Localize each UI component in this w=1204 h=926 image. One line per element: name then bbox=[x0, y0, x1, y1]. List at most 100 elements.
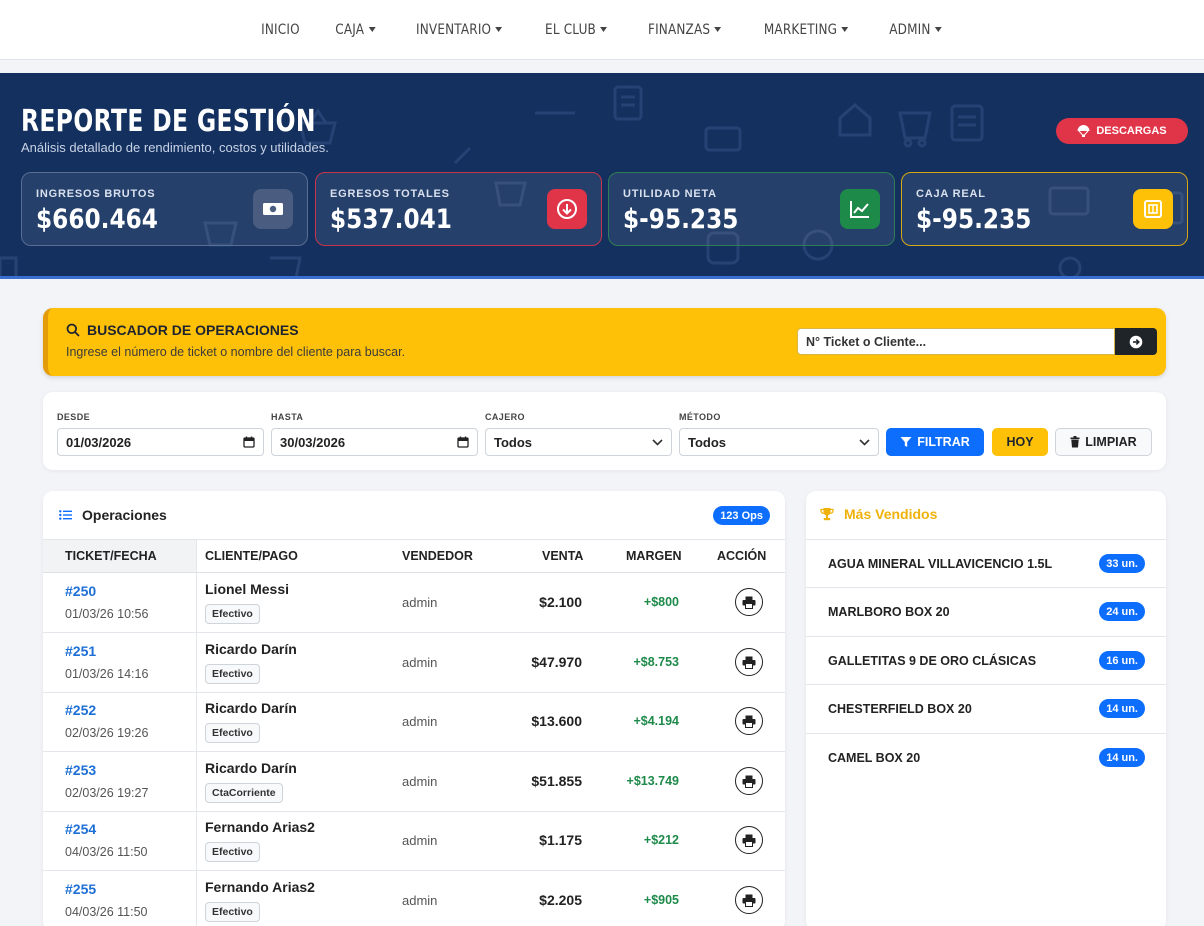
margin-amount: +$8.753 bbox=[633, 655, 679, 669]
downloads-label: DESCARGAS bbox=[1096, 125, 1167, 137]
print-icon bbox=[742, 656, 756, 669]
ticket-date: 02/03/26 19:26 bbox=[65, 726, 149, 740]
client-name: Ricardo Darín bbox=[205, 700, 297, 716]
calendar-icon bbox=[457, 436, 469, 448]
client-name: Ricardo Darín bbox=[205, 760, 297, 776]
client-name: Fernando Arias2 bbox=[205, 879, 315, 895]
downloads-button[interactable]: DESCARGAS bbox=[1056, 118, 1188, 144]
chart-line-icon bbox=[840, 189, 880, 229]
nav-inventario[interactable]: INVENTARIO bbox=[416, 22, 503, 38]
payment-badge: Efectivo bbox=[205, 604, 260, 624]
search-icon bbox=[66, 323, 80, 337]
page-title: REPORTE DE GESTIÓN bbox=[21, 104, 316, 139]
print-button[interactable] bbox=[735, 767, 763, 795]
cajero-select[interactable]: Todos bbox=[485, 428, 672, 456]
ticket-cell bbox=[43, 692, 197, 751]
nav-marketing[interactable]: MARKETING bbox=[763, 21, 849, 38]
kpi-egresos-totales: EGRESOS TOTALES $537.041 bbox=[315, 172, 602, 246]
margin-amount: +$800 bbox=[643, 595, 679, 609]
margin-amount: +$905 bbox=[643, 893, 679, 907]
col-vendedor[interactable]: VENDEDOR bbox=[402, 540, 473, 572]
top-navbar: INICIO CAJA INVENTARIO EL CLUB FINANZAS … bbox=[0, 0, 1204, 60]
cajero-value: Todos bbox=[494, 434, 533, 450]
top-sellers-card: Más Vendidos AGUA MINERAL VILLAVICENCIO … bbox=[806, 491, 1166, 926]
cash-register-icon bbox=[1133, 189, 1173, 229]
kpi-value: $660.464 bbox=[36, 204, 158, 235]
product-name: CHESTERFIELD BOX 20 bbox=[828, 702, 972, 716]
trophy-icon bbox=[820, 508, 834, 521]
caret-down-icon bbox=[599, 27, 607, 32]
ticket-link[interactable]: #251 bbox=[65, 643, 96, 659]
client-name: Fernando Arias2 bbox=[205, 819, 315, 835]
kpi-ingresos-brutos: INGRESOS BRUTOS $660.464 bbox=[21, 172, 308, 246]
col-ticket-fecha[interactable]: TICKET/FECHA bbox=[43, 539, 197, 573]
clear-button[interactable]: LIMPIAR bbox=[1055, 428, 1152, 456]
list-item: MARLBORO BOX 20 24 un. bbox=[806, 587, 1166, 636]
sale-amount: $13.600 bbox=[531, 713, 582, 729]
print-icon bbox=[742, 596, 756, 609]
operations-count-badge: 123 Ops bbox=[713, 506, 770, 525]
list-item: GALLETITAS 9 DE ORO CLÁSICAS 16 un. bbox=[806, 636, 1166, 685]
page-subtitle: Análisis detallado de rendimiento, costo… bbox=[21, 140, 329, 155]
filter-button[interactable]: FILTRAR bbox=[886, 428, 984, 456]
report-header: REPORTE DE GESTIÓN Análisis detallado de… bbox=[0, 73, 1204, 279]
ticket-link[interactable]: #253 bbox=[65, 762, 96, 778]
ticket-link[interactable]: #250 bbox=[65, 583, 96, 599]
search-panel-subtitle: Ingrese el número de ticket o nombre del… bbox=[66, 345, 406, 359]
ticket-search-input[interactable]: N° Ticket o Cliente... bbox=[797, 328, 1115, 355]
nav-label: MARKETING bbox=[763, 21, 838, 38]
metodo-value: Todos bbox=[688, 434, 727, 450]
search-panel-title: BUSCADOR DE OPERACIONES bbox=[66, 322, 299, 338]
kpi-label: CAJA REAL bbox=[916, 188, 986, 200]
print-icon bbox=[742, 775, 756, 788]
ticket-cell bbox=[43, 752, 197, 811]
today-button-label: HOY bbox=[1006, 435, 1034, 449]
payment-badge: Efectivo bbox=[205, 842, 260, 862]
nav-el-club[interactable]: EL CLUB bbox=[545, 22, 607, 38]
ticket-link[interactable]: #254 bbox=[65, 821, 96, 837]
nav-label: ADMIN bbox=[889, 21, 931, 38]
nav-inicio[interactable]: INICIO bbox=[261, 22, 300, 38]
print-button[interactable] bbox=[735, 648, 763, 676]
arrow-circle-right-icon bbox=[1129, 335, 1143, 348]
search-placeholder: N° Ticket o Cliente... bbox=[806, 334, 927, 349]
print-button[interactable] bbox=[735, 588, 763, 616]
col-venta[interactable]: VENTA bbox=[542, 540, 583, 572]
seller-name: admin bbox=[402, 893, 438, 908]
ticket-link[interactable]: #252 bbox=[65, 702, 96, 718]
col-margen[interactable]: MARGEN bbox=[626, 540, 682, 572]
metodo-select[interactable]: Todos bbox=[679, 428, 879, 456]
list-icon bbox=[59, 510, 72, 520]
print-button[interactable] bbox=[735, 707, 763, 735]
product-name: MARLBORO BOX 20 bbox=[828, 605, 950, 619]
nav-caja[interactable]: CAJA bbox=[336, 22, 376, 38]
today-button[interactable]: HOY bbox=[992, 428, 1048, 456]
print-icon bbox=[742, 715, 756, 728]
operations-card: Operaciones 123 Ops TICKET/FECHA CLIENTE… bbox=[43, 491, 785, 926]
filter-button-label: FILTRAR bbox=[917, 435, 970, 449]
quantity-badge: 14 un. bbox=[1099, 699, 1145, 718]
operations-title: Operaciones bbox=[59, 507, 167, 523]
search-submit-button[interactable] bbox=[1115, 328, 1157, 355]
ticket-date: 01/03/26 10:56 bbox=[65, 607, 149, 621]
hasta-date-input[interactable]: 30/03/2026 bbox=[271, 428, 478, 456]
list-item: CAMEL BOX 20 14 un. bbox=[806, 733, 1166, 782]
kpi-value: $-95.235 bbox=[623, 204, 739, 235]
nav-admin[interactable]: ADMIN bbox=[890, 22, 943, 38]
desde-date-input[interactable]: 01/03/2026 bbox=[57, 428, 264, 456]
print-button[interactable] bbox=[735, 826, 763, 854]
nav-finanzas[interactable]: FINANZAS bbox=[648, 22, 722, 38]
table-row: #252 02/03/26 19:26 Ricardo Darín Efecti… bbox=[43, 692, 785, 752]
print-button[interactable] bbox=[735, 886, 763, 914]
quantity-badge: 14 un. bbox=[1099, 748, 1145, 767]
list-item: AGUA MINERAL VILLAVICENCIO 1.5L 33 un. bbox=[806, 539, 1166, 588]
sale-amount: $2.100 bbox=[539, 594, 582, 610]
filters-panel: DESDE 01/03/2026 HASTA 30/03/2026 CAJERO… bbox=[43, 392, 1166, 470]
kpi-caja-real: CAJA REAL $-95.235 bbox=[901, 172, 1188, 246]
payment-badge: Efectivo bbox=[205, 664, 260, 684]
list-item: CHESTERFIELD BOX 20 14 un. bbox=[806, 684, 1166, 733]
ticket-link[interactable]: #255 bbox=[65, 881, 96, 897]
col-cliente-pago[interactable]: CLIENTE/PAGO bbox=[205, 540, 298, 572]
ticket-date: 01/03/26 14:16 bbox=[65, 667, 149, 681]
chevron-down-icon bbox=[859, 438, 870, 446]
